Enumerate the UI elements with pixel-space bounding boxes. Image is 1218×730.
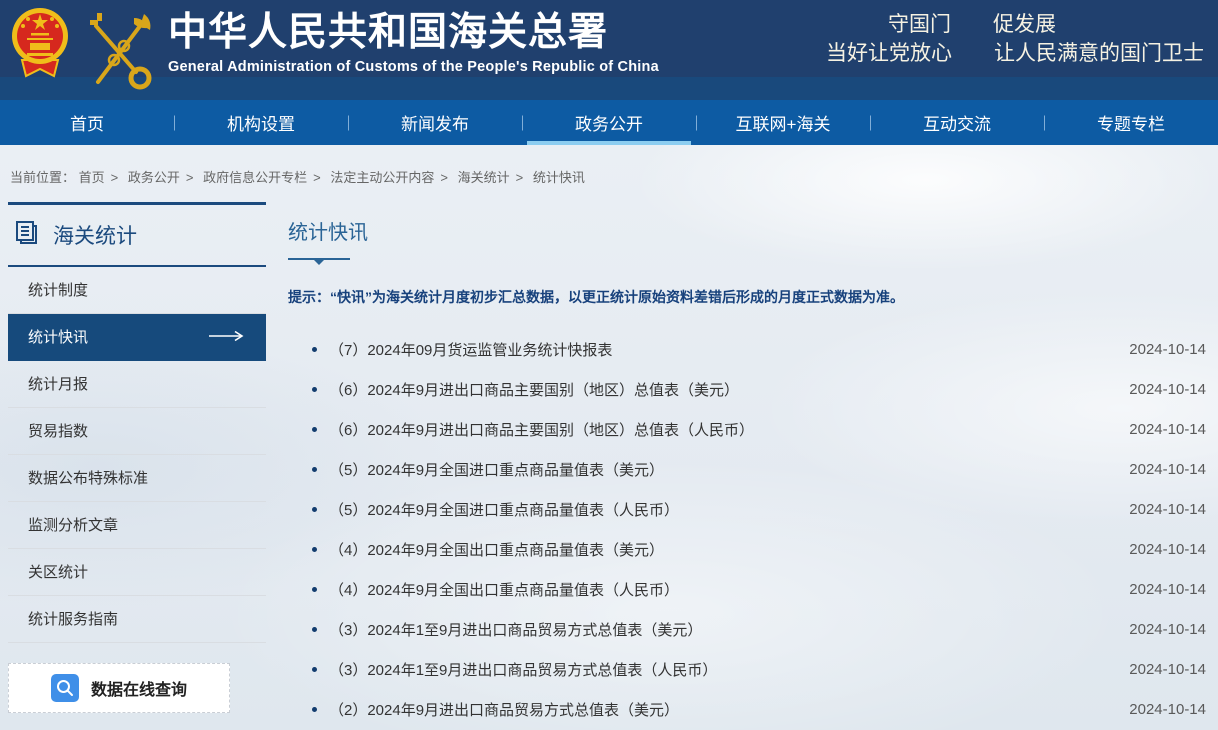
- breadcrumb-gov-affairs[interactable]: 政务公开: [128, 170, 180, 185]
- nav-item-special-topics[interactable]: 专题专栏: [1044, 100, 1218, 145]
- list-item-date: 2024-10-14: [1129, 541, 1206, 558]
- main-navigation: 首页 机构设置 新闻发布 政务公开 互联网+海关 互动交流 专题专栏: [0, 100, 1218, 145]
- bullet-icon: [312, 507, 317, 512]
- bullet-icon: [312, 347, 317, 352]
- list-item-date: 2024-10-14: [1129, 421, 1206, 438]
- list-item: （4）2024年9月全国出口重点商品量值表（美元） 2024-10-14: [288, 529, 1206, 569]
- page-body: 当前位置： 首页> 政务公开> 政府信息公开专栏> 法定主动公开内容> 海关统计…: [0, 145, 1218, 730]
- list-item-date: 2024-10-14: [1129, 581, 1206, 598]
- site-title-block: 中华人民共和国海关总署 General Administration of Cu…: [168, 12, 659, 75]
- online-data-query-label: 数据在线查询: [91, 676, 187, 700]
- document-icon: [13, 219, 40, 251]
- list-item: （5）2024年9月全国进口重点商品量值表（人民币） 2024-10-14: [288, 489, 1206, 529]
- list-item-date: 2024-10-14: [1129, 461, 1206, 478]
- breadcrumb-statutory-disclosure[interactable]: 法定主动公开内容: [330, 170, 434, 185]
- sidebar-header: 海关统计: [8, 202, 266, 267]
- list-item-link[interactable]: （6）2024年9月进出口商品主要国别（地区）总值表（人民币）: [329, 419, 754, 440]
- list-item-date: 2024-10-14: [1129, 701, 1206, 718]
- list-item: （3）2024年1至9月进出口商品贸易方式总值表（人民币） 2024-10-14: [288, 649, 1206, 689]
- sidebar-title: 海关统计: [53, 220, 137, 250]
- bullet-icon: [312, 387, 317, 392]
- breadcrumb-customs-statistics[interactable]: 海关统计: [458, 170, 510, 185]
- search-icon: [51, 674, 79, 702]
- list-item: （2）2024年9月进出口商品贸易方式总值表（美元） 2024-10-14: [288, 689, 1206, 729]
- list-item-link[interactable]: （7）2024年09月货运监管业务统计快报表: [329, 339, 612, 360]
- breadcrumb-home[interactable]: 首页: [79, 170, 105, 185]
- page-title: 统计快讯: [288, 216, 1206, 245]
- bullet-icon: [312, 667, 317, 672]
- list-item: （4）2024年9月全国出口重点商品量值表（人民币） 2024-10-14: [288, 569, 1206, 609]
- bullet-icon: [312, 627, 317, 632]
- list-item-link[interactable]: （4）2024年9月全国出口重点商品量值表（美元）: [329, 539, 664, 560]
- site-header: 中华人民共和国海关总署 General Administration of Cu…: [0, 0, 1218, 100]
- right-arrow-icon: [208, 314, 244, 361]
- list-item: （7）2024年09月货运监管业务统计快报表 2024-10-14: [288, 329, 1206, 369]
- nav-item-gov-affairs[interactable]: 政务公开: [522, 100, 696, 145]
- breadcrumb: 当前位置： 首页> 政务公开> 政府信息公开专栏> 法定主动公开内容> 海关统计…: [8, 145, 1210, 202]
- list-item: （3）2024年1至9月进出口商品贸易方式总值表（美元） 2024-10-14: [288, 609, 1206, 649]
- nav-item-news[interactable]: 新闻发布: [348, 100, 522, 145]
- header-slogans: 守国门促发展 当好让党放心让人民满意的国门卫士: [826, 10, 1204, 68]
- breadcrumb-info-disclosure[interactable]: 政府信息公开专栏: [203, 170, 307, 185]
- customs-emblem-icon: [84, 8, 156, 97]
- nav-item-organization[interactable]: 机构设置: [174, 100, 348, 145]
- bullet-icon: [312, 587, 317, 592]
- sidebar-item-service-guide[interactable]: 统计服务指南: [8, 596, 266, 643]
- list-item: （5）2024年9月全国进口重点商品量值表（美元） 2024-10-14: [288, 449, 1206, 489]
- list-item-link[interactable]: （3）2024年1至9月进出口商品贸易方式总值表（人民币）: [329, 659, 717, 680]
- nav-item-interaction[interactable]: 互动交流: [870, 100, 1044, 145]
- list-item: （6）2024年9月进出口商品主要国别（地区）总值表（美元） 2024-10-1…: [288, 369, 1206, 409]
- sidebar-item-analysis-articles[interactable]: 监测分析文章: [8, 502, 266, 549]
- news-list: （7）2024年09月货运监管业务统计快报表 2024-10-14 （6）202…: [288, 329, 1206, 729]
- list-item-link[interactable]: （6）2024年9月进出口商品主要国别（地区）总值表（美元）: [329, 379, 739, 400]
- list-item-date: 2024-10-14: [1129, 621, 1206, 638]
- bullet-icon: [312, 707, 317, 712]
- bullet-icon: [312, 427, 317, 432]
- title-underline-decoration: [288, 258, 350, 260]
- notice-text: 提示：“快讯”为海关统计月度初步汇总数据，以更正统计原始资料差错后形成的月度正式…: [288, 287, 1206, 307]
- sidebar-item-district-statistics[interactable]: 关区统计: [8, 549, 266, 596]
- list-item-link[interactable]: （5）2024年9月全国进口重点商品量值表（人民币）: [329, 499, 679, 520]
- slogan-line-2: 当好让党放心让人民满意的国门卫士: [826, 39, 1204, 68]
- sidebar-item-trade-index[interactable]: 贸易指数: [8, 408, 266, 455]
- sidebar: 海关统计 统计制度 统计快讯 统计月报 贸易指数 数据公布特殊标准 监测分析文章…: [8, 202, 266, 713]
- list-item-date: 2024-10-14: [1129, 661, 1206, 678]
- list-item-link[interactable]: （3）2024年1至9月进出口商品贸易方式总值表（美元）: [329, 619, 702, 640]
- bullet-icon: [312, 547, 317, 552]
- list-item-date: 2024-10-14: [1129, 501, 1206, 518]
- list-item-link[interactable]: （5）2024年9月全国进口重点商品量值表（美元）: [329, 459, 664, 480]
- online-data-query-button[interactable]: 数据在线查询: [8, 663, 230, 713]
- site-subtitle: General Administration of Customs of the…: [168, 59, 659, 75]
- list-item-date: 2024-10-14: [1129, 341, 1206, 358]
- site-title: 中华人民共和国海关总署: [168, 12, 659, 55]
- national-emblem-icon: [8, 6, 72, 89]
- list-item-date: 2024-10-14: [1129, 381, 1206, 398]
- sidebar-item-statistics-system[interactable]: 统计制度: [8, 267, 266, 314]
- nav-item-internet-customs[interactable]: 互联网+海关: [696, 100, 870, 145]
- list-item-link[interactable]: （2）2024年9月进出口商品贸易方式总值表（美元）: [329, 699, 679, 720]
- main-content: 统计快讯 提示：“快讯”为海关统计月度初步汇总数据，以更正统计原始资料差错后形成…: [288, 202, 1210, 729]
- list-item-link[interactable]: （4）2024年9月全国出口重点商品量值表（人民币）: [329, 579, 679, 600]
- slogan-line-1: 守国门促发展: [826, 10, 1056, 39]
- breadcrumb-label: 当前位置：: [10, 170, 75, 185]
- nav-item-home[interactable]: 首页: [0, 100, 174, 145]
- bullet-icon: [312, 467, 317, 472]
- list-item: （6）2024年9月进出口商品主要国别（地区）总值表（人民币） 2024-10-…: [288, 409, 1206, 449]
- sidebar-item-monthly-report[interactable]: 统计月报: [8, 361, 266, 408]
- breadcrumb-statistics-express[interactable]: 统计快讯: [533, 170, 585, 185]
- sidebar-item-special-standards[interactable]: 数据公布特殊标准: [8, 455, 266, 502]
- sidebar-item-statistics-express[interactable]: 统计快讯: [8, 314, 266, 361]
